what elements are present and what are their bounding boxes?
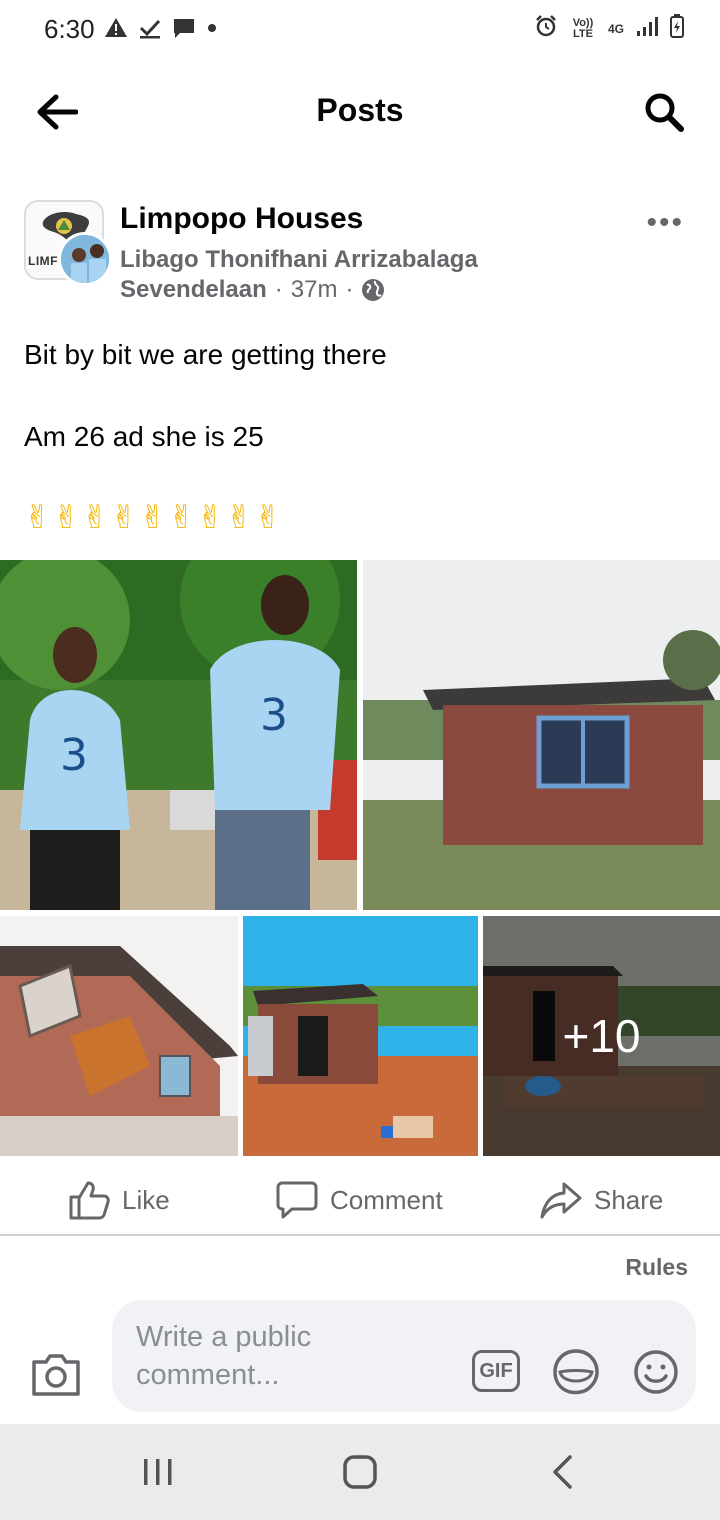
- photo-brick-house[interactable]: [363, 560, 720, 910]
- share-button[interactable]: Share: [540, 1180, 663, 1220]
- svg-text:3: 3: [60, 730, 88, 781]
- photo-grid: 3 3 +10: [0, 560, 720, 1156]
- comment-icon: [276, 1181, 318, 1219]
- globe-icon: [362, 279, 385, 301]
- rules-link[interactable]: Rules: [625, 1254, 688, 1281]
- more-photos-overlay[interactable]: +10: [483, 916, 720, 1156]
- meta-separator: ·: [274, 276, 283, 303]
- comment-composer: Write a public comment... GIF: [0, 1296, 720, 1420]
- alarm-icon: [534, 14, 558, 43]
- warning-icon: [104, 16, 128, 40]
- status-bar: 6:30 Vo)) LTE 4G: [0, 0, 720, 62]
- status-time: 6:30: [44, 14, 95, 44]
- search-button[interactable]: [638, 86, 690, 138]
- comment-placeholder: Write a public comment...: [136, 1321, 312, 1391]
- battery-icon: [670, 14, 684, 43]
- post-text-line-2: Am 26 ad she is 25: [24, 421, 264, 452]
- 4g-icon: 4G: [607, 21, 624, 36]
- home-icon: [343, 1455, 377, 1489]
- chevron-left-icon: [553, 1455, 572, 1489]
- post-location[interactable]: Sevendelaan: [120, 276, 267, 304]
- signal-icon: [636, 15, 658, 42]
- smiley-icon: [634, 1350, 678, 1394]
- more-options-button[interactable]: •••: [646, 206, 684, 240]
- home-button[interactable]: [330, 1452, 390, 1492]
- photo-house-foundation[interactable]: +10: [483, 916, 720, 1156]
- meta-separator-2: ·: [345, 276, 354, 303]
- photo-couple[interactable]: 3 3: [0, 560, 357, 910]
- comment-button[interactable]: Comment: [276, 1180, 443, 1220]
- post-text-line-1: Bit by bit we are getting there: [24, 339, 387, 370]
- thumbs-up-icon: [69, 1181, 110, 1220]
- check-download-icon: [138, 16, 162, 40]
- author-name[interactable]: Libago Thonifhani Arrizabalaga: [120, 246, 478, 274]
- like-label: Like: [122, 1184, 170, 1215]
- comment-label: Comment: [330, 1184, 443, 1215]
- page-title: Posts: [316, 92, 404, 128]
- photo-house-wooden-door[interactable]: [0, 916, 238, 1156]
- gif-button[interactable]: GIF: [472, 1350, 520, 1392]
- photo-small-brick-room[interactable]: [243, 916, 478, 1156]
- emoji-button[interactable]: [632, 1348, 680, 1396]
- sticker-icon: [553, 1349, 599, 1395]
- volte-icon: Vo)) LTE: [572, 16, 594, 40]
- status-left-icons: [104, 16, 230, 40]
- message-icon: [172, 16, 196, 40]
- post-action-bar: Like Comment Share: [0, 1160, 720, 1236]
- author-avatar[interactable]: [58, 232, 112, 286]
- post-meta: Sevendelaan · 37m ·: [120, 276, 385, 304]
- recents-icon: [144, 1459, 172, 1485]
- sticker-button[interactable]: [552, 1348, 600, 1396]
- share-icon: [540, 1182, 582, 1219]
- search-icon: [645, 93, 684, 132]
- svg-text:3: 3: [260, 690, 288, 741]
- comment-input[interactable]: Write a public comment... GIF: [112, 1300, 696, 1412]
- post-time[interactable]: 37m: [291, 276, 338, 304]
- dot-icon: [206, 16, 230, 40]
- app-bar: Posts: [0, 62, 720, 162]
- camera-button[interactable]: [30, 1352, 82, 1398]
- camera-icon: [32, 1354, 80, 1396]
- share-label: Share: [594, 1184, 664, 1215]
- recents-button[interactable]: [128, 1452, 188, 1492]
- system-back-button[interactable]: [532, 1452, 592, 1492]
- victory-hand-emojis: ✌✌✌✌✌✌✌✌✌: [24, 499, 284, 535]
- group-name[interactable]: Limpopo Houses: [120, 202, 363, 236]
- like-button[interactable]: Like: [68, 1180, 170, 1220]
- post-header: LIMF HOU Limpopo Houses Libago Thonifhan…: [0, 192, 720, 312]
- status-right-icons: Vo)) LTE 4G: [534, 14, 684, 43]
- system-navigation-bar: [0, 1424, 720, 1520]
